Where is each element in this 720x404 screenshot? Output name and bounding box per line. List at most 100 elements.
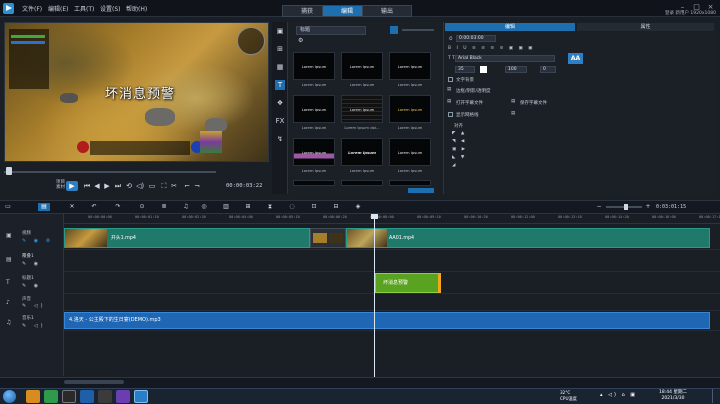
title-thumb-partial[interactable] [293, 180, 335, 186]
menu-settings[interactable]: 设置(S) [100, 4, 121, 13]
title-thumb[interactable]: Lorem Ipsum [293, 95, 335, 123]
save-subtitle-icon[interactable]: ▤ [511, 99, 515, 104]
title-thumb[interactable]: Lorem Ipsum [341, 52, 383, 80]
library-category-dropdown[interactable]: 标题 [296, 26, 366, 35]
next-frame-icon[interactable]: ▶ [103, 182, 111, 190]
voice-lane[interactable] [64, 294, 720, 311]
transition-clip[interactable] [310, 228, 346, 248]
title-thumb[interactable]: Lorem Ipsum [341, 138, 383, 166]
timeline-playhead[interactable] [374, 214, 375, 378]
align-grid-icons[interactable]: ◤ ▲ ◥ ◀ ▣ ▶ ◣ ▼ ◢ [452, 130, 472, 170]
play-button[interactable]: ▶ [66, 181, 78, 191]
border-shadow-label[interactable]: 边框/阴影/透明度 [456, 88, 491, 94]
open-subtitle-label[interactable]: 打开字幕文件 [456, 100, 483, 106]
fullscreen-icon[interactable]: ⛶ [160, 182, 168, 190]
transition-icon[interactable]: ▦ [275, 62, 285, 72]
tray-icons[interactable]: ▴ ◁) ⌂ ▣ [600, 392, 637, 398]
split-screen-icon[interactable]: ⊟ [332, 203, 340, 211]
time-remapping-icon[interactable]: ⧗ [266, 203, 274, 211]
duration-field[interactable]: 0:00:03:00 [456, 35, 496, 42]
split-icon[interactable]: ✂ [170, 182, 178, 190]
add-icon[interactable]: ⚙ [298, 37, 303, 44]
title-thumb[interactable]: Lorem Ipsum [389, 138, 431, 166]
track-controls[interactable]: ✎ ◉ ⊗ [22, 238, 53, 244]
graphic-icon[interactable]: ❖ [275, 98, 285, 108]
project-clip-toggle[interactable]: 项目 素材 [56, 180, 66, 190]
timeline-view-icon[interactable]: ▤ [38, 203, 50, 211]
font-size-field[interactable]: 35 [455, 66, 475, 73]
volume-icon[interactable]: ◁) [136, 182, 144, 190]
timeline-scrollbar[interactable] [64, 380, 124, 384]
mark-out-icon[interactable]: ¬ [193, 182, 201, 190]
toolbox-icon[interactable]: ✕ [68, 203, 76, 211]
taskbar-app-icon[interactable] [62, 390, 76, 403]
tab-options-attribute[interactable]: 属性 [577, 23, 714, 31]
line-spacing-field[interactable]: 100 [505, 66, 527, 73]
title-clip[interactable]: 坏消息预警 [375, 273, 441, 293]
border-icon[interactable]: ▤ [447, 87, 451, 92]
thumbnail-size-slider[interactable] [402, 29, 434, 31]
menu-file[interactable]: 文件(F) [22, 4, 42, 13]
quality-icon[interactable]: ▭ [148, 182, 156, 190]
taskbar-app-icon[interactable] [44, 390, 58, 403]
record-capture-icon[interactable]: ⊙ [138, 203, 146, 211]
preview-scrub-track[interactable] [4, 171, 216, 173]
jump-start-icon[interactable]: ⏮ [83, 182, 91, 190]
redo-icon[interactable]: ↷ [114, 203, 122, 211]
track-controls[interactable]: ✎ ◁) [22, 303, 46, 309]
title-thumb[interactable]: Lorem Ipsum [293, 138, 335, 166]
track-controls[interactable]: ✎ ◉ [22, 283, 41, 289]
title-thumb-partial[interactable] [341, 180, 383, 186]
zoom-in-icon[interactable]: + [644, 203, 652, 211]
prev-frame-icon[interactable]: ◀ [93, 182, 101, 190]
taskbar-app-icon[interactable] [116, 390, 130, 403]
menu-tools[interactable]: 工具(T) [74, 4, 94, 13]
scrub-handle[interactable] [6, 167, 12, 175]
taskbar-app-icon[interactable] [80, 390, 94, 403]
tab-share[interactable]: 输出 [362, 5, 412, 17]
media-icon[interactable]: ▣ [275, 26, 285, 36]
mark-in-icon[interactable]: ⌐ [183, 182, 191, 190]
taskbar-clock[interactable]: 18:44 星期二 2021/3/30 [658, 390, 688, 402]
font-select[interactable]: Arial Black [455, 55, 555, 62]
video-clip[interactable]: 开头1.mp4 [64, 228, 310, 248]
music-clip[interactable]: 4.洛天 - 公主殿下的生日宴(DEMO).mp3 [64, 312, 710, 329]
preview-timecode[interactable]: 00:00:03:22 [226, 183, 262, 189]
taskbar-app-icon[interactable] [134, 390, 148, 403]
view-toggle-icon[interactable] [390, 26, 398, 34]
show-desktop-button[interactable] [712, 389, 719, 403]
title-thumb[interactable]: Lorem Ipsum [293, 52, 335, 80]
taskbar-app-icon[interactable] [26, 390, 40, 403]
title-overlay-text[interactable]: 坏消息预警 [105, 83, 175, 102]
tab-options-edit[interactable]: 编辑 [445, 23, 575, 31]
subtitle-editor-icon[interactable]: ▥ [222, 203, 230, 211]
zoom-slider-handle[interactable] [624, 204, 628, 210]
title-icon[interactable]: T [275, 80, 285, 90]
fx-icon[interactable]: FX [275, 116, 285, 126]
preview-window[interactable]: 坏消息预警 [4, 22, 269, 162]
storyboard-view-icon[interactable]: ▭ [4, 203, 12, 211]
instant-project-icon[interactable]: ⊞ [275, 44, 285, 54]
text-style-buttons[interactable]: B I U ≡ ≡ ≡ ≡ ▣ ▣ ▣ [448, 46, 534, 51]
save-subtitle-label[interactable]: 保存字幕文件 [520, 100, 547, 106]
open-subtitle-icon[interactable]: ▤ [447, 99, 451, 104]
sound-mixer-icon[interactable]: ≣ [160, 203, 168, 211]
grid-settings-icon[interactable]: ▤ [511, 111, 515, 116]
font-color-swatch[interactable] [480, 66, 487, 73]
3d-title-icon[interactable]: ◈ [354, 203, 362, 211]
track-controls[interactable]: ✎ ◁) [22, 323, 46, 329]
taskbar-app-icon[interactable] [98, 390, 112, 403]
start-button[interactable] [3, 390, 16, 403]
zoom-out-icon[interactable]: − [595, 203, 603, 211]
library-view-buttons[interactable] [408, 188, 434, 193]
menu-edit[interactable]: 编辑(E) [48, 4, 68, 13]
grid-checkbox[interactable] [448, 112, 453, 117]
repeat-icon[interactable]: ⟲ [125, 182, 133, 190]
text-bg-checkbox[interactable] [448, 77, 453, 82]
mask-creator-icon[interactable]: ◌ [288, 203, 296, 211]
jump-end-icon[interactable]: ⏭ [114, 182, 122, 190]
playhead-handle[interactable] [371, 214, 378, 219]
multi-camera-icon[interactable]: ⊞ [244, 203, 252, 211]
title-thumb[interactable]: Lorem Ipsum [389, 52, 431, 80]
track-controls[interactable]: ✎ ◉ [22, 261, 41, 267]
